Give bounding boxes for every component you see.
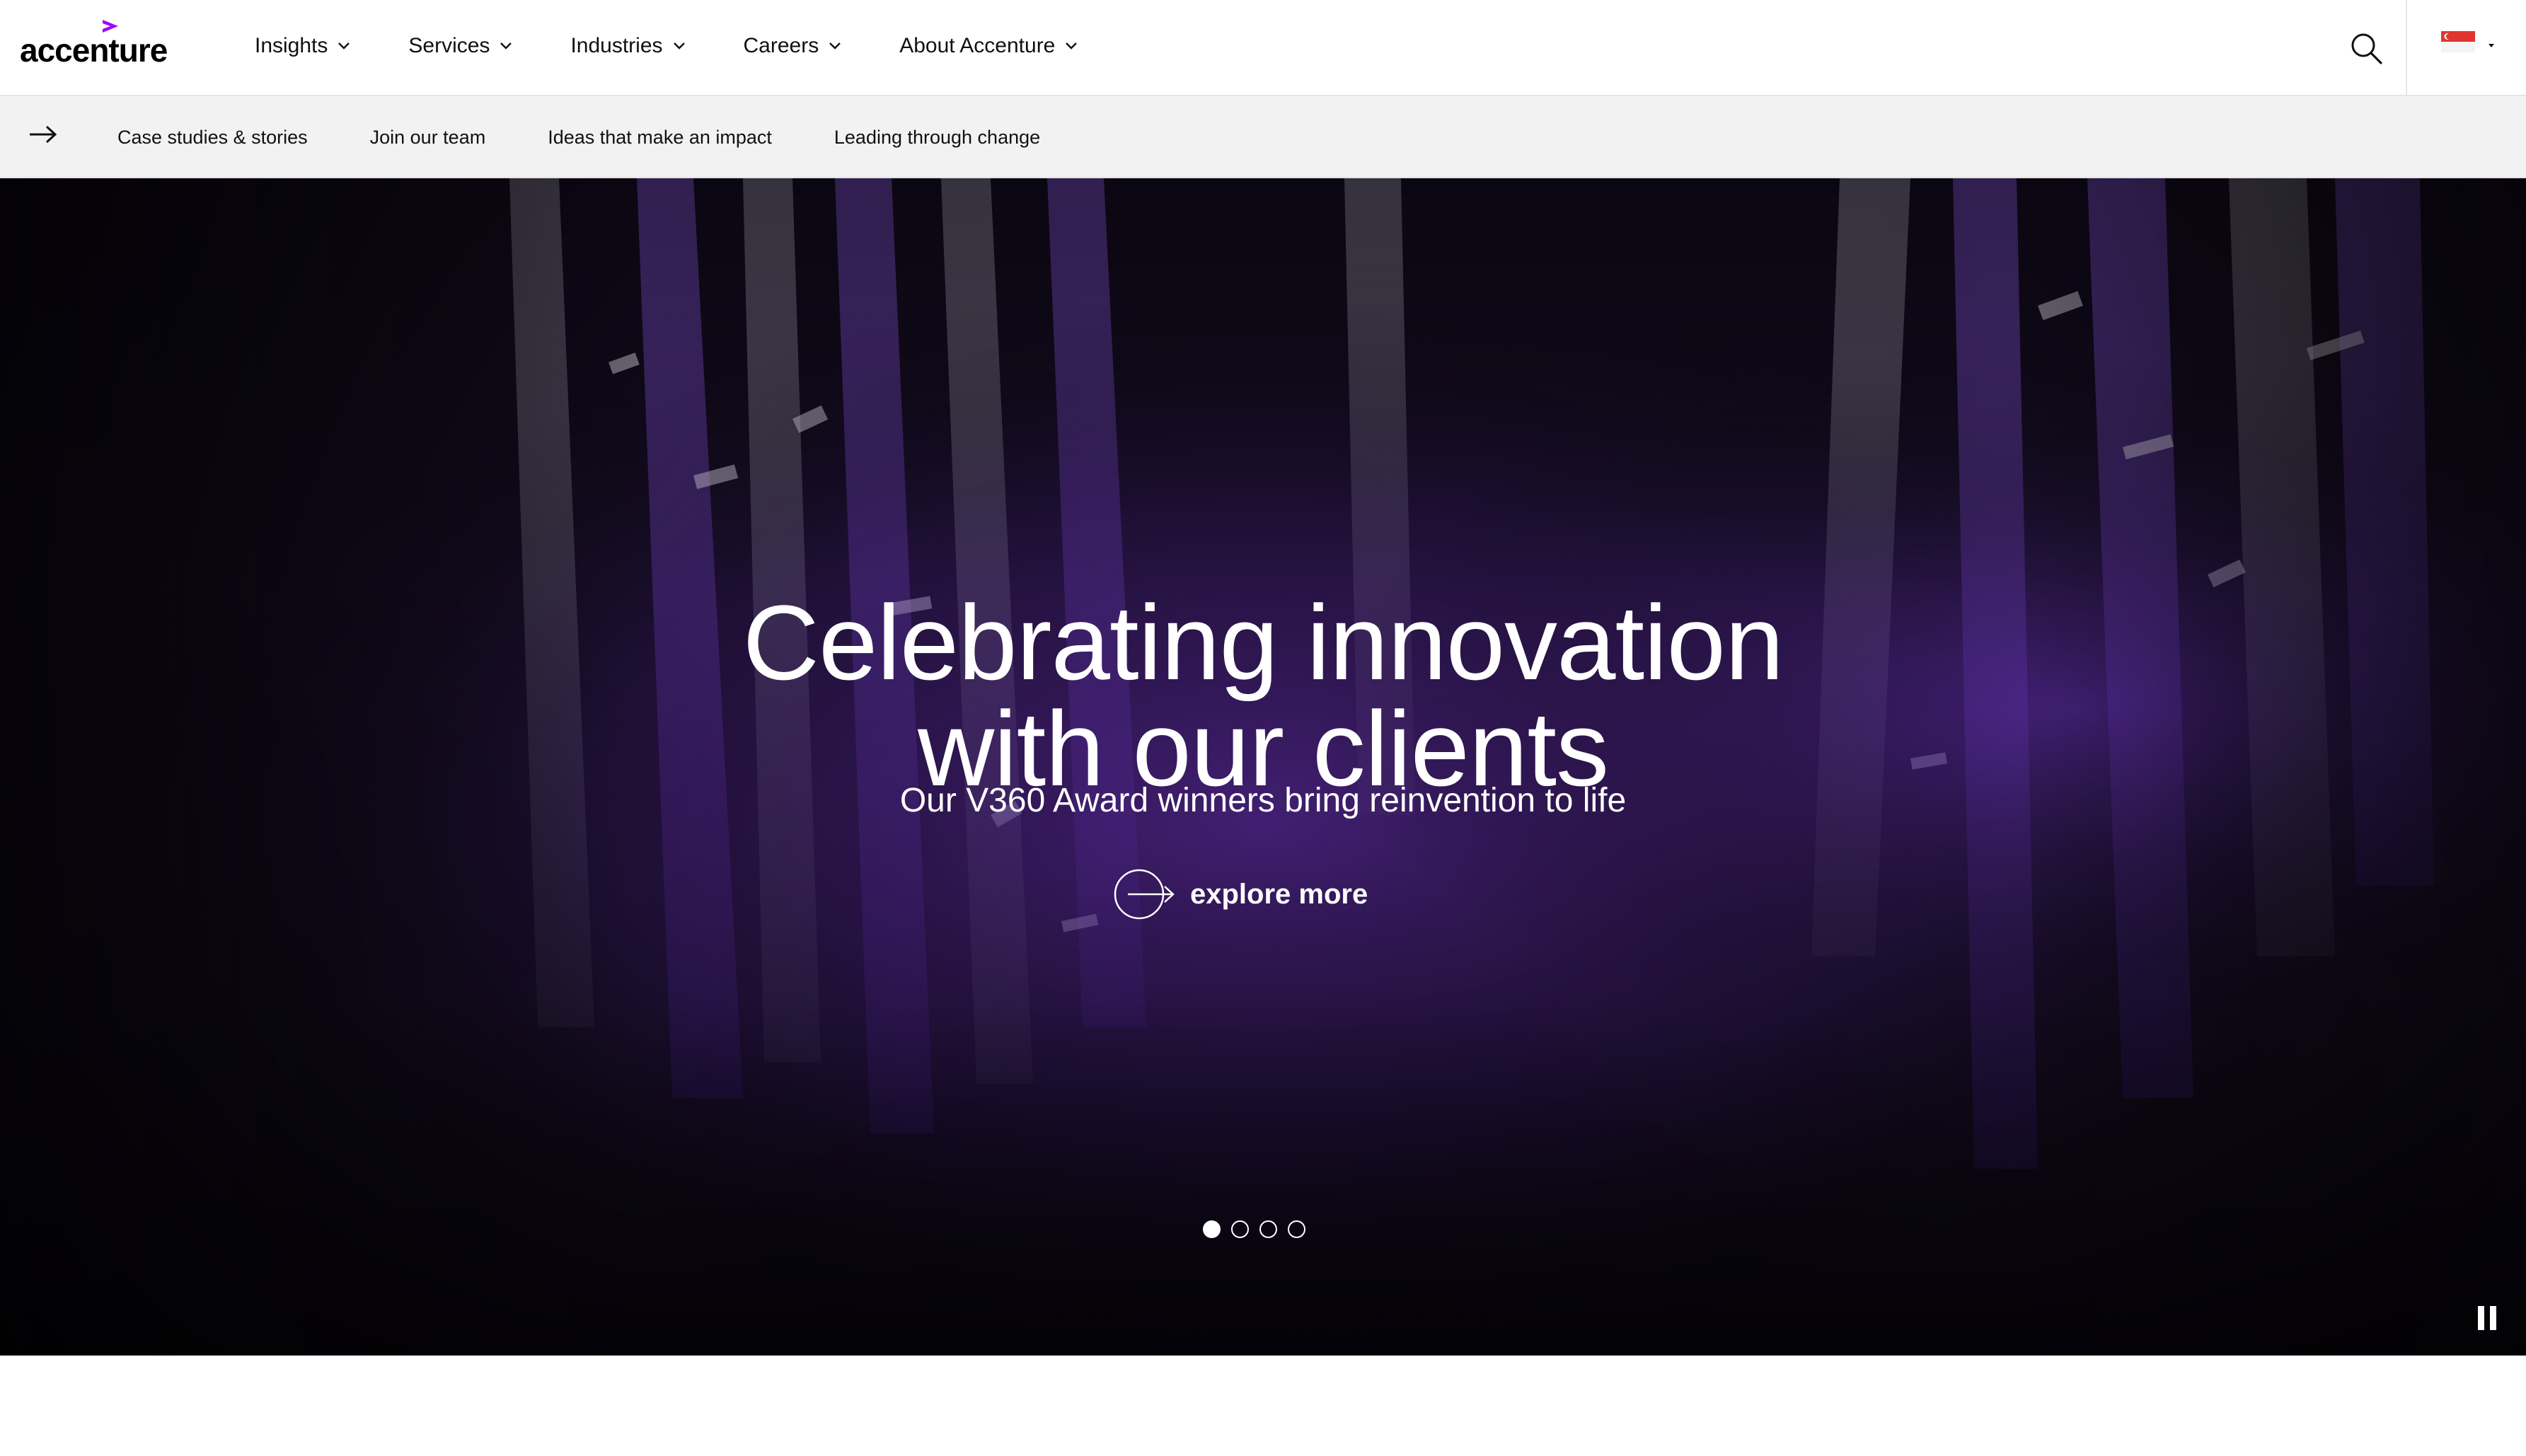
subnav-item-join-our-team[interactable]: Join our team [370, 127, 486, 149]
carousel-pagination [1203, 1218, 1316, 1240]
explore-more-button[interactable]: explore more [1112, 866, 1368, 923]
main-nav: Insights Services Industries Careers Abo… [255, 0, 1078, 92]
explore-more-label: explore more [1190, 878, 1368, 910]
chevron-down-icon [829, 42, 841, 50]
search-icon [2351, 33, 2382, 64]
nav-item-label: Services [408, 34, 490, 57]
chevron-down-icon [500, 42, 512, 50]
circle-arrow-right-icon [1114, 869, 1175, 920]
carousel-dot-1[interactable] [1203, 1220, 1221, 1238]
subnav-item-case-studies[interactable]: Case studies & stories [117, 127, 308, 149]
search-button[interactable] [2349, 31, 2384, 67]
accenture-logo[interactable]: accenture [20, 18, 168, 75]
header-divider [2406, 0, 2407, 96]
chevron-down-icon [1066, 42, 1078, 50]
subnav-item-leading-through-change[interactable]: Leading through change [834, 127, 1040, 149]
nav-item-label: Careers [743, 34, 819, 57]
hero-subtitle: Our V360 Award winners bring reinvention… [899, 782, 1627, 819]
singapore-flag-icon [2441, 31, 2494, 52]
top-header: accenture Insights Services Industries C… [0, 0, 2526, 96]
hero-title-line-1: Celebrating innovation [742, 582, 1784, 702]
nav-item-industries[interactable]: Industries [570, 34, 685, 58]
nav-item-insights[interactable]: Insights [255, 34, 350, 58]
subnav-item-ideas[interactable]: Ideas that make an impact [548, 127, 772, 149]
chevron-down-icon [338, 42, 350, 50]
nav-item-about-accenture[interactable]: About Accenture [899, 34, 1078, 58]
nav-item-services[interactable]: Services [408, 34, 512, 58]
hero-carousel: Celebrating innovation with our clients … [0, 178, 2526, 1356]
hero-title: Celebrating innovation with our clients [0, 589, 2526, 802]
carousel-dot-4[interactable] [1288, 1220, 1305, 1238]
country-selector[interactable] [2441, 31, 2505, 59]
nav-item-label: Industries [570, 34, 663, 57]
secondary-nav: Case studies & stories Join our team Ide… [117, 96, 1040, 178]
carousel-pause-button[interactable] [2478, 1306, 2499, 1330]
subnav-arrow-button[interactable] [28, 125, 58, 144]
nav-item-label: Insights [255, 34, 328, 57]
logo-text: accenture [20, 32, 168, 69]
carousel-dot-3[interactable] [1259, 1220, 1277, 1238]
chevron-down-icon [673, 42, 685, 50]
nav-item-careers[interactable]: Careers [744, 34, 842, 58]
secondary-nav-bar: Case studies & stories Join our team Ide… [0, 96, 2526, 178]
arrow-right-icon [30, 125, 57, 144]
nav-item-label: About Accenture [899, 34, 1056, 57]
carousel-dot-2[interactable] [1231, 1220, 1249, 1238]
